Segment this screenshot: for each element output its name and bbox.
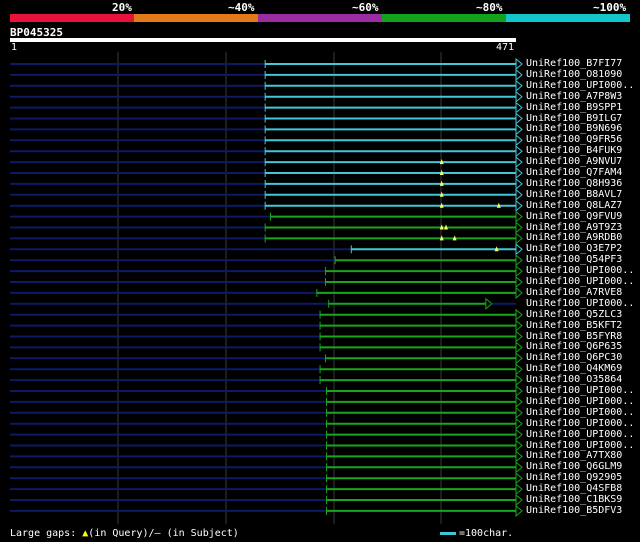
alignment-end-arrow: [515, 319, 523, 332]
hit-label[interactable]: UniRef100_A9NVU7: [526, 156, 622, 167]
alignment-end-arrow: [515, 57, 523, 71]
alignment-end-arrow: [515, 504, 523, 517]
hit-label[interactable]: UniRef100_B8AVL7: [526, 189, 622, 200]
hit-label[interactable]: UniRef100_A7P8W3: [526, 91, 622, 102]
alignment-end-arrow: [515, 166, 523, 180]
alignment-end-arrow: [515, 330, 523, 343]
hit-label[interactable]: UniRef100_Q5ZLC3: [526, 309, 622, 320]
hit-label[interactable]: UniRef100_UPI000..: [526, 385, 634, 396]
alignment-end-arrow: [515, 384, 523, 398]
alignment-end-arrow: [515, 406, 523, 419]
hit-label[interactable]: UniRef100_Q3E7P2: [526, 243, 622, 254]
hit-label[interactable]: UniRef100_O35864: [526, 374, 622, 385]
hit-label[interactable]: UniRef100_UPI000..: [526, 440, 634, 451]
alignment-end-arrow: [515, 439, 523, 452]
hit-label[interactable]: UniRef100_B7FI77: [526, 58, 622, 69]
alignment-end-arrow: [515, 112, 523, 125]
hit-label[interactable]: UniRef100_B9N696: [526, 123, 622, 134]
alignment-end-arrow: [515, 199, 523, 212]
scale-text: =100char.: [459, 528, 514, 539]
gaps-legend-label: Large gaps:: [10, 528, 77, 539]
alignment-end-arrow: [515, 450, 523, 463]
alignment-end-arrow: [515, 417, 523, 430]
hit-label[interactable]: UniRef100_UPI000..: [526, 429, 634, 440]
alignment-end-arrow: [515, 275, 523, 289]
hit-label[interactable]: UniRef100_Q6PC30: [526, 352, 622, 363]
gaps-legend: Large gaps: ▲(in Query)/– (in Subject): [10, 528, 239, 539]
alignment-end-arrow: [515, 472, 523, 485]
hit-label[interactable]: UniRef100_Q6P635: [526, 341, 622, 352]
hit-label[interactable]: UniRef100_O81090: [526, 69, 622, 80]
alignment-end-arrow: [515, 308, 523, 321]
query-gap-text: (in Query)/: [88, 528, 155, 539]
alignment-end-arrow: [515, 254, 523, 267]
alignment-end-arrow: [485, 297, 493, 310]
alignment-end-arrow: [515, 221, 523, 234]
hit-label[interactable]: UniRef100_B9ILG7: [526, 113, 622, 124]
alignment-end-arrow: [515, 145, 523, 158]
alignment-end-arrow: [515, 134, 523, 147]
hit-label[interactable]: UniRef100_Q9FR56: [526, 134, 622, 145]
hit-label[interactable]: UniRef100_A9RDB0: [526, 232, 622, 243]
alignment-end-arrow: [515, 79, 523, 92]
hit-label[interactable]: UniRef100_UPI000..: [526, 407, 634, 418]
hit-label[interactable]: UniRef100_B5DFV3: [526, 505, 622, 516]
hit-label[interactable]: UniRef100_UPI000..: [526, 276, 634, 287]
alignment-end-arrow: [515, 493, 523, 507]
hit-label[interactable]: UniRef100_Q92905: [526, 472, 622, 483]
hit-label[interactable]: UniRef100_UPI000..: [526, 396, 634, 407]
alignment-end-arrow: [515, 483, 523, 496]
hit-label[interactable]: UniRef100_Q9FVU9: [526, 211, 622, 222]
hit-label[interactable]: UniRef100_UPI000..: [526, 80, 634, 91]
hit-label[interactable]: UniRef100_Q4SFB8: [526, 483, 622, 494]
alignment-end-arrow: [515, 188, 523, 201]
alignment-end-arrow: [515, 461, 523, 474]
hit-label[interactable]: UniRef100_B4FUK9: [526, 145, 622, 156]
alignment-end-arrow: [515, 156, 523, 169]
alignment-end-arrow: [515, 428, 523, 441]
hit-label[interactable]: UniRef100_Q8H936: [526, 178, 622, 189]
alignment-end-arrow: [515, 177, 523, 190]
hit-label[interactable]: UniRef100_B5KFT2: [526, 320, 622, 331]
alignment-end-arrow: [515, 352, 523, 365]
alignment-end-arrow: [515, 374, 523, 387]
alignment-end-arrow: [515, 286, 523, 299]
scale-key: =100char.: [440, 528, 513, 539]
hit-label[interactable]: UniRef100_UPI000..: [526, 265, 634, 276]
hit-label[interactable]: UniRef100_C1BKS9: [526, 494, 622, 505]
subject-gap-text: (in Subject): [160, 528, 239, 539]
scale-line-icon: [440, 532, 456, 535]
hit-label[interactable]: UniRef100_Q7FAM4: [526, 167, 622, 178]
hit-label[interactable]: UniRef100_A7RVE8: [526, 287, 622, 298]
alignment-end-arrow: [515, 243, 523, 256]
alignment-end-arrow: [515, 341, 523, 354]
hit-label[interactable]: UniRef100_Q6GLM9: [526, 461, 622, 472]
alignment-end-arrow: [515, 363, 523, 376]
hit-label[interactable]: UniRef100_B9SPP1: [526, 102, 622, 113]
hit-label[interactable]: UniRef100_UPI000..: [526, 418, 634, 429]
hit-label[interactable]: UniRef100_Q4KM69: [526, 363, 622, 374]
hit-label[interactable]: UniRef100_A7TX80: [526, 450, 622, 461]
alignment-end-arrow: [515, 232, 523, 245]
hit-label[interactable]: UniRef100_Q54PF3: [526, 254, 622, 265]
hit-label[interactable]: UniRef100_B5FYR8: [526, 331, 622, 342]
hit-label[interactable]: UniRef100_A9T9Z3: [526, 222, 622, 233]
alignment-end-arrow: [515, 101, 523, 114]
alignment-end-arrow: [515, 68, 523, 81]
alignment-end-arrow: [515, 265, 523, 278]
alignment-end-arrow: [515, 90, 523, 103]
alignment-end-arrow: [515, 210, 523, 223]
alignment-end-arrow: [515, 123, 523, 136]
hit-label[interactable]: UniRef100_UPI000..: [526, 298, 634, 309]
alignment-end-arrow: [515, 395, 523, 408]
hit-label[interactable]: UniRef100_Q8LAZ7: [526, 200, 622, 211]
